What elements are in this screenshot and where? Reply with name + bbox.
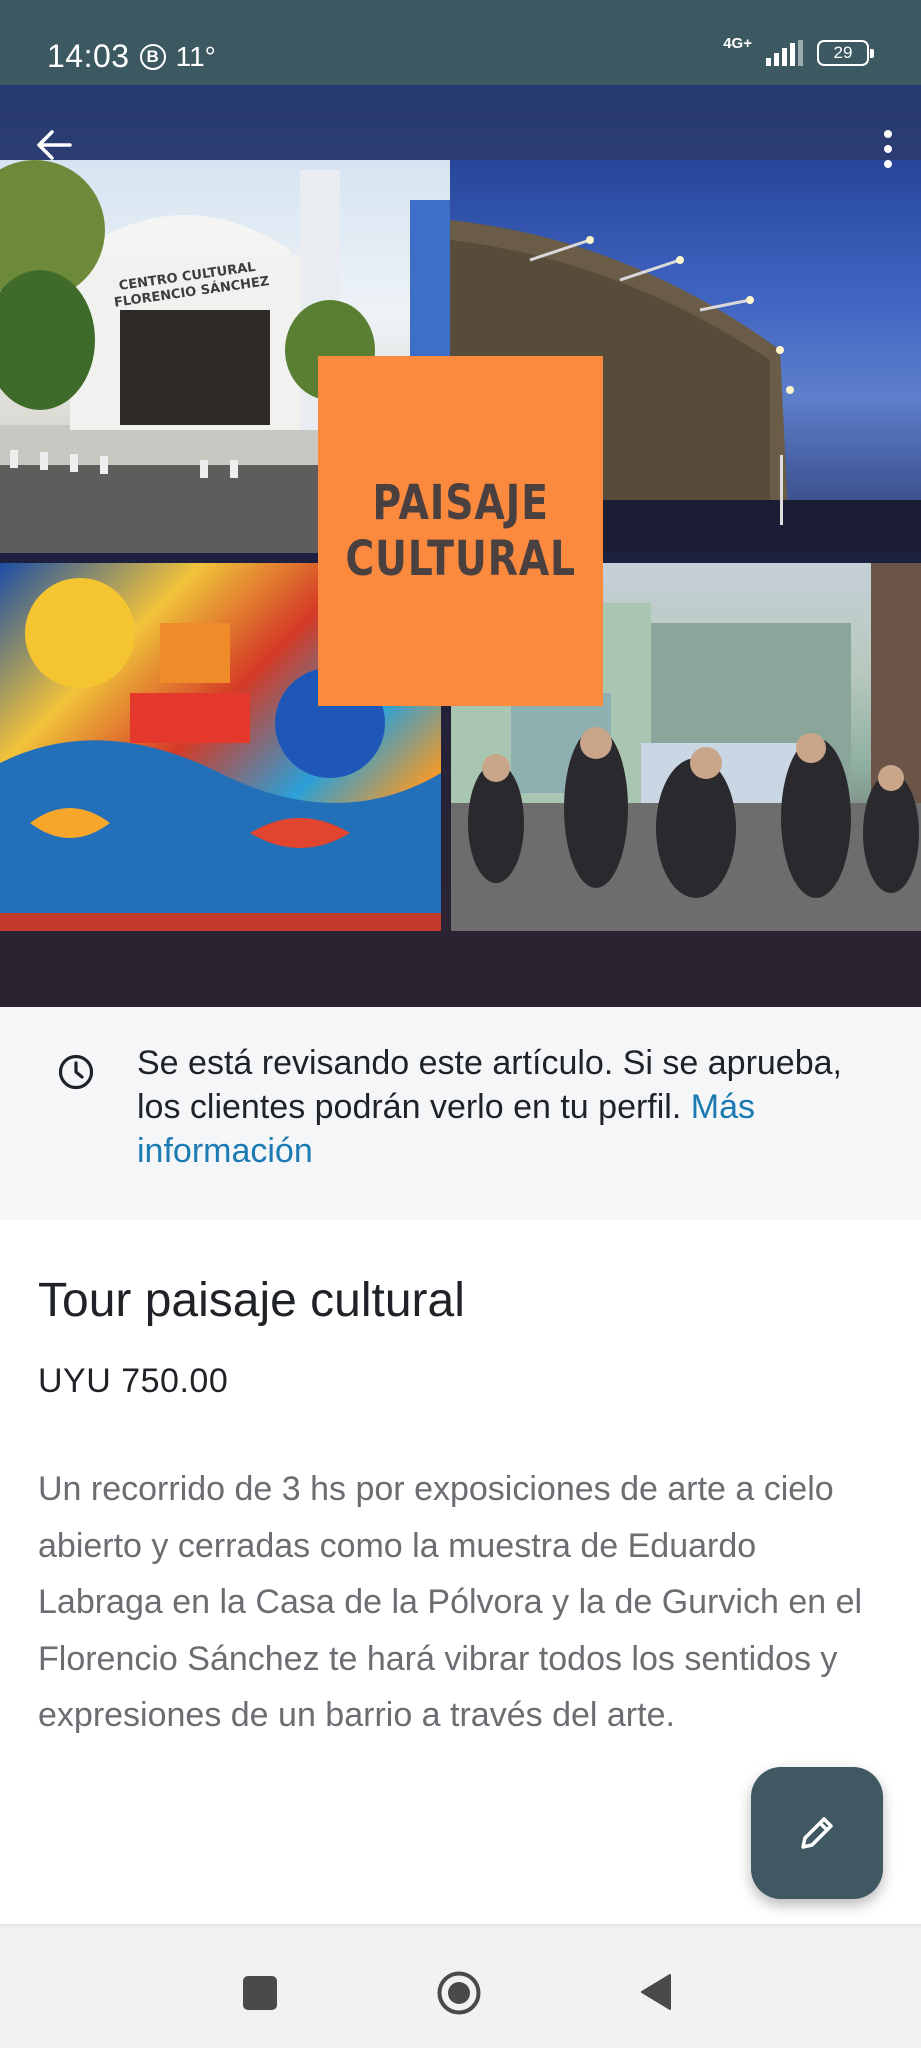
notice-text: Se está revisando este artículo. Si se a… [137, 1041, 857, 1173]
product-price: UYU 750.00 [38, 1362, 229, 1400]
status-right: 4G+ 29 [723, 36, 874, 66]
card-title: PAISAJE CULTURAL [345, 475, 576, 587]
b-badge-icon: B [139, 43, 166, 70]
clock-icon [58, 1054, 94, 1090]
edit-button[interactable] [751, 1767, 883, 1899]
signal-icon [766, 40, 803, 66]
product-image[interactable]: CENTRO CULTURAL FLORENCIO SÁNCHEZ PAISAJ… [0, 85, 921, 1007]
arrow-back-icon [37, 130, 72, 160]
more-vert-icon[interactable] [873, 130, 903, 178]
circle-icon[interactable] [436, 1970, 482, 2016]
product-title: Tour paisaje cultural [38, 1274, 465, 1327]
triangle-icon[interactable] [638, 1972, 674, 2012]
back-button[interactable] [32, 125, 82, 165]
square-icon[interactable] [243, 1976, 277, 2010]
title-card: PAISAJE CULTURAL [318, 356, 603, 706]
network-label: 4G+ [723, 34, 752, 52]
status-time: 14:03 [47, 38, 130, 74]
status-left: 14:03 B 11° [47, 38, 216, 75]
battery-level: 29 [833, 43, 853, 62]
battery-icon: 29 [817, 40, 874, 66]
pencil-icon [801, 1817, 833, 1849]
status-temperature: 11° [175, 40, 216, 72]
status-bar: 14:03 B 11° 4G+ 29 [0, 0, 921, 85]
top-app-bar [0, 85, 921, 160]
product-description: Un recorrido de 3 hs por exposiciones de… [38, 1470, 863, 1734]
